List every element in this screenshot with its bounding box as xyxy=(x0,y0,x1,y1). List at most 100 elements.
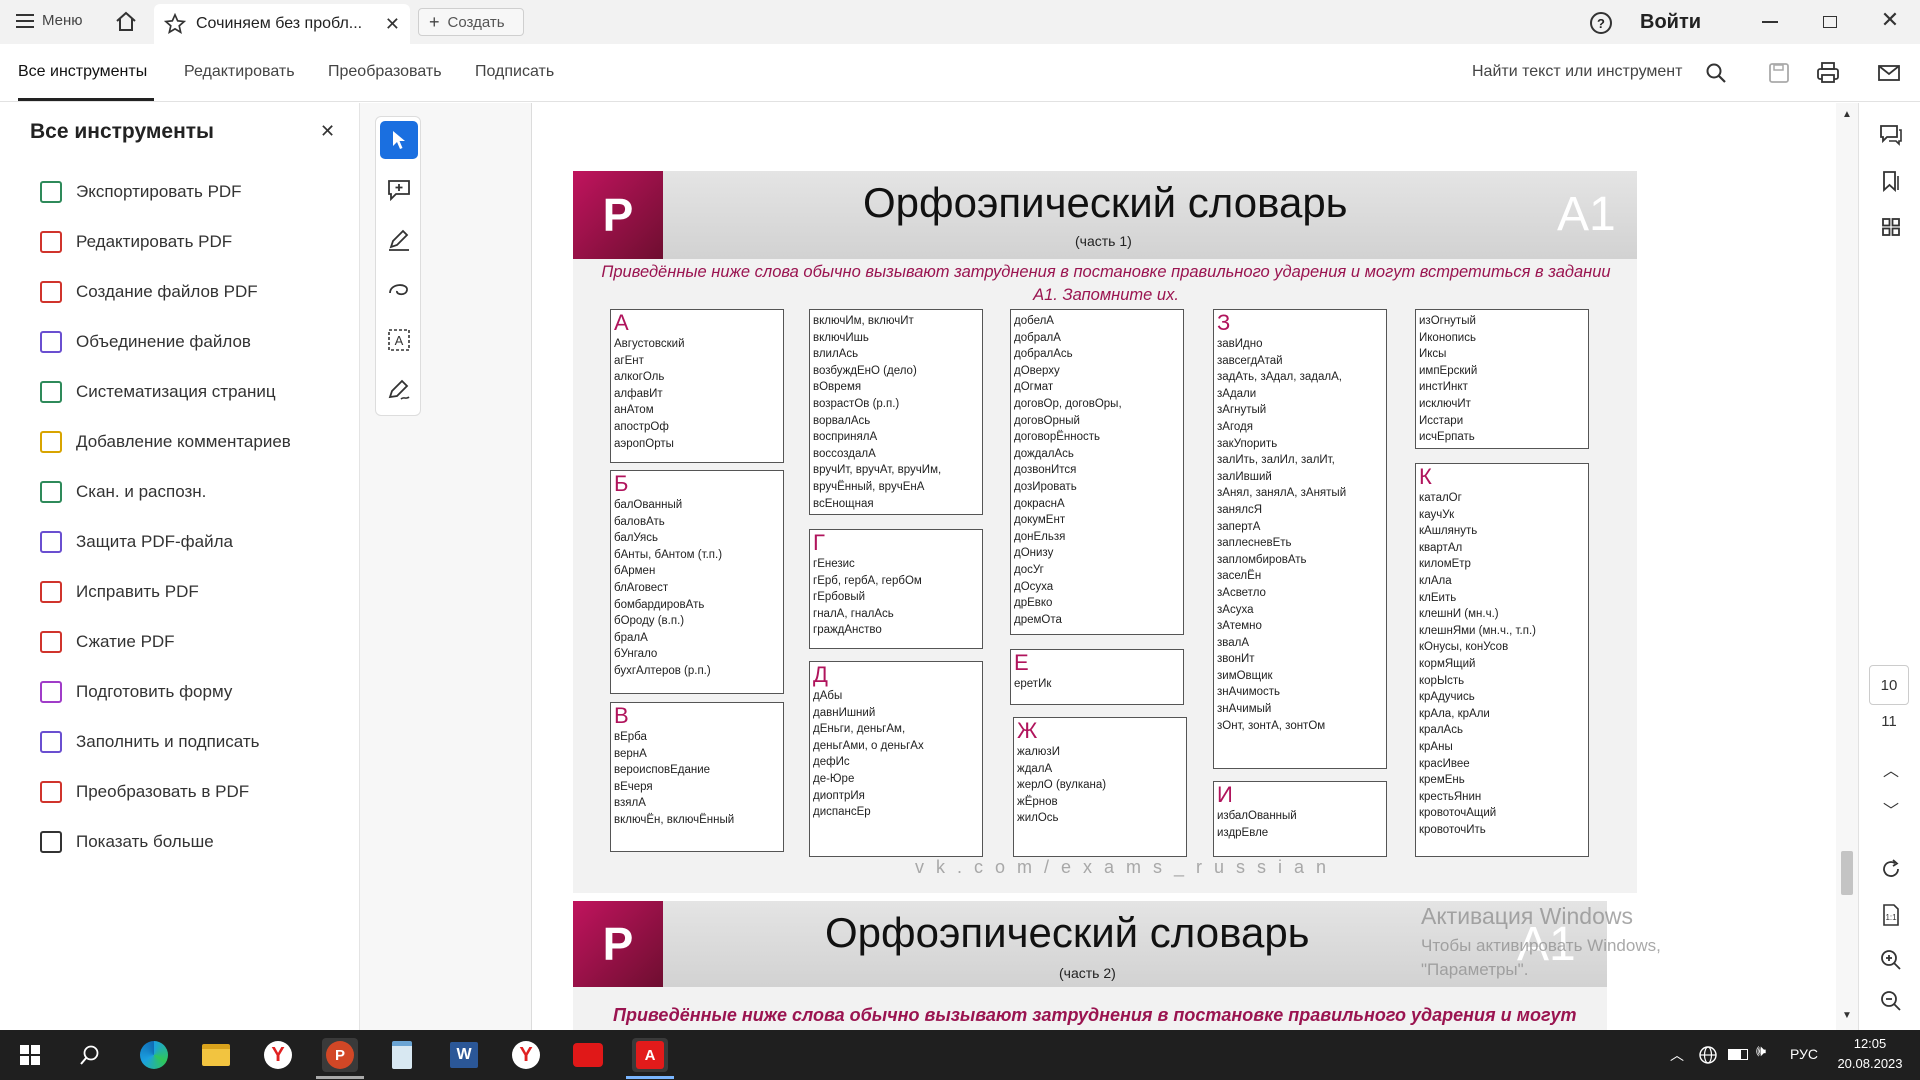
close-window-button[interactable]: ✕ xyxy=(1876,6,1904,34)
tray-expand-icon[interactable]: ︿ xyxy=(1670,1045,1684,1065)
yandex-app-2[interactable]: Y xyxy=(508,1038,544,1072)
notepad-app[interactable] xyxy=(384,1038,420,1072)
scroll-down-arrow-icon[interactable]: ▼ xyxy=(1842,1010,1852,1021)
tool-item[interactable]: Преобразовать в PDF xyxy=(40,781,249,803)
tab-edit[interactable]: Редактировать xyxy=(184,63,295,81)
language-indicator[interactable]: РУС xyxy=(1790,1046,1818,1062)
dictionary-card: изОгнутый Иконопись Иксы импЕрский инстИнкт и… xyxy=(1415,309,1589,449)
start-button[interactable] xyxy=(12,1038,48,1072)
menu-button[interactable]: Меню xyxy=(16,12,83,29)
dictionary-word: баловАть xyxy=(614,515,665,528)
dictionary-word: бАнты, бАнтом (т.п.) xyxy=(614,548,723,561)
tool-item[interactable]: Подготовить форму xyxy=(40,681,232,703)
dictionary-word: гЕнезис xyxy=(813,558,855,570)
tool-item[interactable]: Заполнить и подписать xyxy=(40,731,260,753)
sign-tool-button[interactable] xyxy=(380,371,418,409)
acrobat-app[interactable]: A xyxy=(632,1038,668,1072)
clock-date[interactable]: 20.08.2023 xyxy=(1833,1056,1907,1071)
search-icon[interactable] xyxy=(1705,62,1727,84)
tab-sign[interactable]: Подписать xyxy=(475,63,554,81)
print-icon[interactable] xyxy=(1816,61,1840,85)
tool-item-label: Добавление комментариев xyxy=(76,432,291,451)
tool-item[interactable]: Исправить PDF xyxy=(40,581,199,603)
document-viewport[interactable]: P Орфоэпический словарь (часть 1) А1 При… xyxy=(533,103,1665,1030)
close-tab-icon[interactable]: ✕ xyxy=(385,14,400,35)
explorer-app[interactable] xyxy=(198,1038,234,1072)
close-icon: ✕ xyxy=(1880,7,1900,32)
dictionary-word: жилОсь xyxy=(1017,812,1059,825)
page-fit-button[interactable]: 1:1 xyxy=(1877,901,1905,929)
save-icon[interactable] xyxy=(1768,62,1790,84)
zoom-in-button[interactable] xyxy=(1877,946,1905,974)
dictionary-word: докумЕнт xyxy=(1014,514,1066,527)
comments-panel-button[interactable] xyxy=(1877,121,1905,149)
tab-convert[interactable]: Преобразовать xyxy=(328,63,442,81)
yandex-icon: Y xyxy=(264,1041,292,1069)
dictionary-word: воспринялА xyxy=(813,431,878,444)
card-letter: З xyxy=(1217,310,1231,335)
yandex-browser-app[interactable]: Y xyxy=(260,1038,296,1072)
tool-item[interactable]: Показать больше xyxy=(40,831,214,853)
thumbnails-button[interactable] xyxy=(1877,213,1905,241)
restore-button[interactable] xyxy=(1816,10,1844,34)
comment-plus-icon xyxy=(388,180,410,201)
clock-time[interactable]: 12:05 xyxy=(1833,1036,1907,1051)
next-page-button[interactable]: ﹀ xyxy=(1877,795,1905,823)
bookmarks-button[interactable] xyxy=(1877,167,1905,195)
edge-app[interactable] xyxy=(136,1038,172,1072)
scroll-up-arrow-icon[interactable]: ▲ xyxy=(1842,109,1852,120)
dictionary-word: алкогОль xyxy=(614,371,665,384)
vertical-scrollbar[interactable]: ▲ ▼ xyxy=(1836,103,1858,1030)
quick-tools-dock: A xyxy=(360,103,532,1030)
tool-item[interactable]: Защита PDF-файла xyxy=(40,531,233,553)
network-globe-icon[interactable] xyxy=(1698,1045,1718,1065)
help-icon[interactable]: ? xyxy=(1590,12,1612,34)
highlight-tool-button[interactable] xyxy=(380,221,418,259)
draw-tool-button[interactable] xyxy=(380,271,418,309)
powerpoint-app[interactable]: P xyxy=(322,1038,358,1072)
minimize-button[interactable] xyxy=(1756,10,1784,34)
title-bar: Меню Сочиняем без пробл... ✕ + Создать ?… xyxy=(0,0,1920,44)
star-icon[interactable] xyxy=(164,13,186,35)
tool-item[interactable]: Сжатие PDF xyxy=(40,631,175,653)
tool-item[interactable]: Редактировать PDF xyxy=(40,231,232,253)
tool-item[interactable]: Систематизация страниц xyxy=(40,381,276,403)
scroll-thumb[interactable] xyxy=(1841,851,1853,895)
add-comment-button[interactable] xyxy=(380,171,418,209)
select-tool-button[interactable] xyxy=(380,121,418,159)
battery-icon[interactable] xyxy=(1728,1049,1748,1060)
prepare-form-icon xyxy=(40,681,62,703)
taskbar-search-button[interactable] xyxy=(72,1038,108,1072)
dictionary-word: добелА xyxy=(1014,315,1054,327)
activation-title: Активация Windows xyxy=(1421,903,1633,929)
dictionary-word: вЕчеря xyxy=(614,780,653,793)
signin-button[interactable]: Войти xyxy=(1640,11,1701,34)
word-app[interactable]: W xyxy=(446,1038,482,1072)
find-tool-field[interactable]: Найти текст или инструмент xyxy=(1472,63,1682,81)
document-tab[interactable]: Сочиняем без пробл... ✕ xyxy=(154,4,410,44)
rotate-button[interactable] xyxy=(1877,855,1905,883)
dictionary-word: дОгмат xyxy=(1014,381,1054,394)
tool-item[interactable]: Объединение файлов xyxy=(40,331,251,353)
footer-link[interactable]: vk.com/exams_russian xyxy=(915,857,1338,878)
tab-all-tools[interactable]: Все инструменты xyxy=(18,63,147,81)
previous-page-button[interactable]: ︿ xyxy=(1877,755,1905,783)
tool-item[interactable]: Экспортировать PDF xyxy=(40,181,242,203)
tool-item[interactable]: Добавление комментариев xyxy=(40,431,291,453)
home-button[interactable] xyxy=(114,10,140,34)
tool-item[interactable]: Скан. и распозн. xyxy=(40,481,206,503)
logo-p-2: P xyxy=(573,901,663,987)
close-panel-icon[interactable]: ✕ xyxy=(320,121,335,142)
dictionary-word: гналА, гналАсь xyxy=(813,607,894,620)
volume-icon[interactable]: 🕪 xyxy=(1756,1043,1766,1061)
tool-item[interactable]: Создание файлов PDF xyxy=(40,281,258,303)
edit-pdf-icon xyxy=(40,231,62,253)
powerpoint-icon: P xyxy=(326,1041,354,1069)
dictionary-word: звалА xyxy=(1217,636,1250,649)
zoom-out-button[interactable] xyxy=(1877,987,1905,1015)
text-box-tool-button[interactable]: A xyxy=(380,321,418,359)
page-number-field[interactable]: 10 xyxy=(1869,665,1909,705)
create-button[interactable]: + Создать xyxy=(418,8,524,36)
media-app[interactable] xyxy=(570,1038,606,1072)
email-icon[interactable] xyxy=(1878,62,1900,84)
